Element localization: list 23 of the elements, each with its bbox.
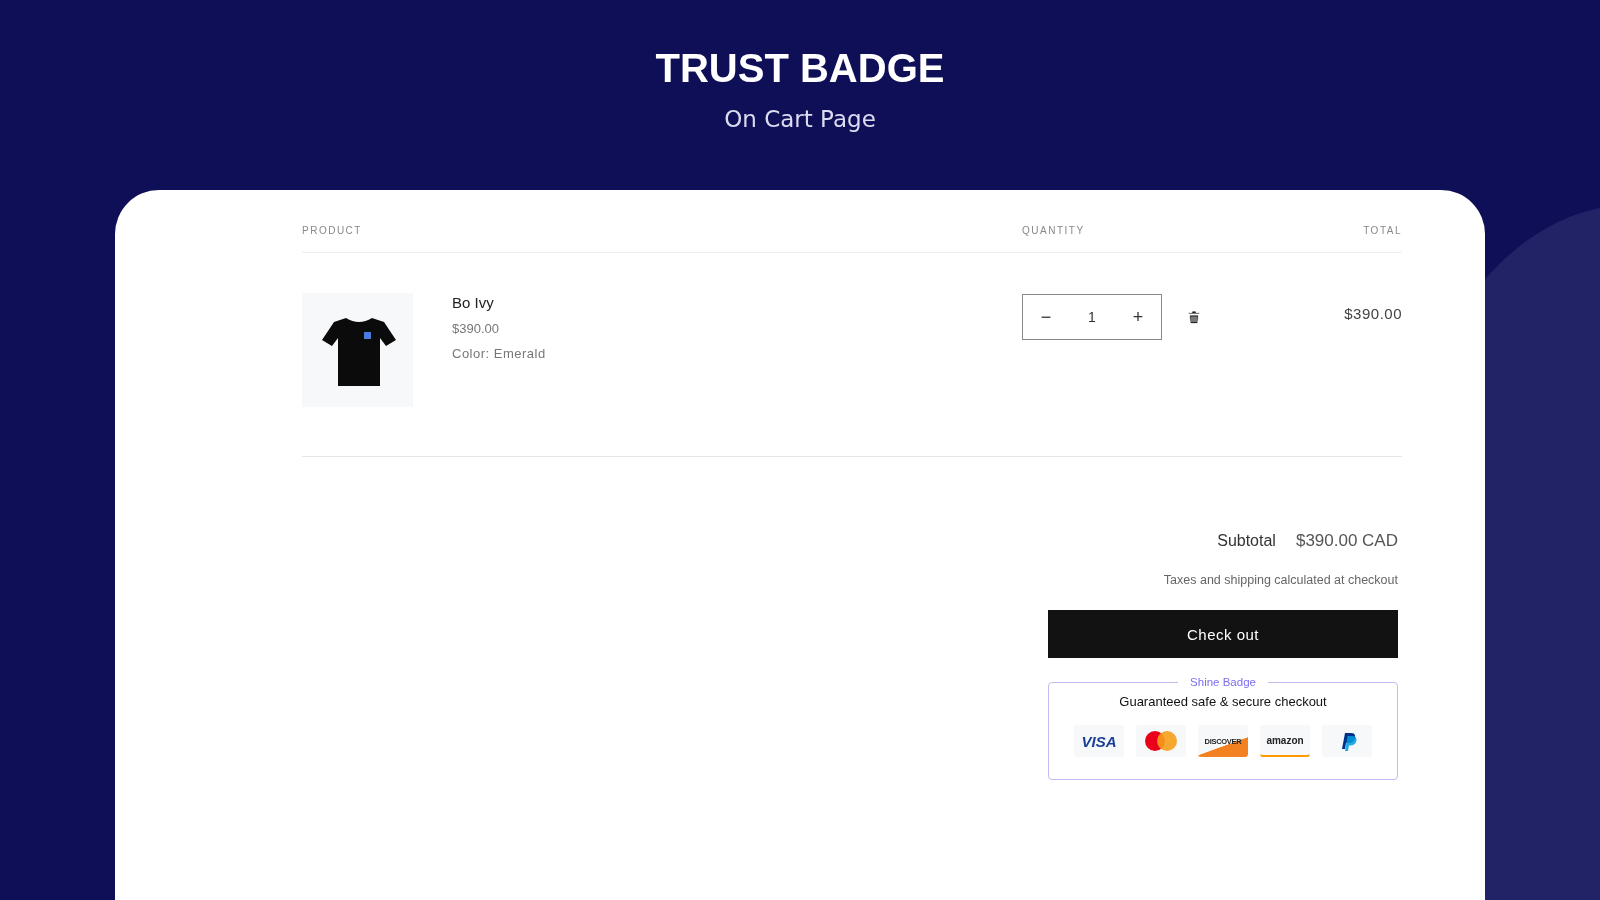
decrease-button[interactable]: −: [1023, 295, 1069, 339]
increase-button[interactable]: +: [1115, 295, 1161, 339]
page-title: TRUST BADGE: [654, 45, 946, 92]
column-header: PRODUCT: [302, 225, 363, 236]
line-total: $390.00: [1343, 304, 1402, 324]
subtotal-value: $390.00 CAD: [1295, 531, 1398, 551]
subtotal-label: Subtotal: [1217, 532, 1276, 550]
mastercard-logo: [1136, 725, 1186, 757]
card-logo: VISA: [1074, 725, 1124, 757]
page-subtitle: On Cart Page: [723, 106, 877, 132]
product-option: Color: Emerald: [452, 346, 546, 361]
column-header: QUANTITY: [1022, 225, 1086, 236]
product-price: $390.00: [452, 321, 500, 336]
tax-note: Taxes and shipping calculated at checkout: [1163, 573, 1398, 587]
trash-icon[interactable]: [1188, 310, 1200, 324]
quantity-field[interactable]: 1: [1088, 309, 1096, 325]
product-name[interactable]: Bo Ivy: [452, 293, 546, 313]
checkout-button[interactable]: Check out: [1048, 610, 1398, 658]
badge-heading: Guaranteed safe & secure checkout: [1119, 694, 1327, 709]
amazon-logo: amazon: [1260, 725, 1310, 757]
paypal-logo: [1322, 725, 1372, 757]
column-header: TOTAL: [1362, 225, 1402, 236]
badge-legend: Shine Badge: [1178, 676, 1268, 688]
